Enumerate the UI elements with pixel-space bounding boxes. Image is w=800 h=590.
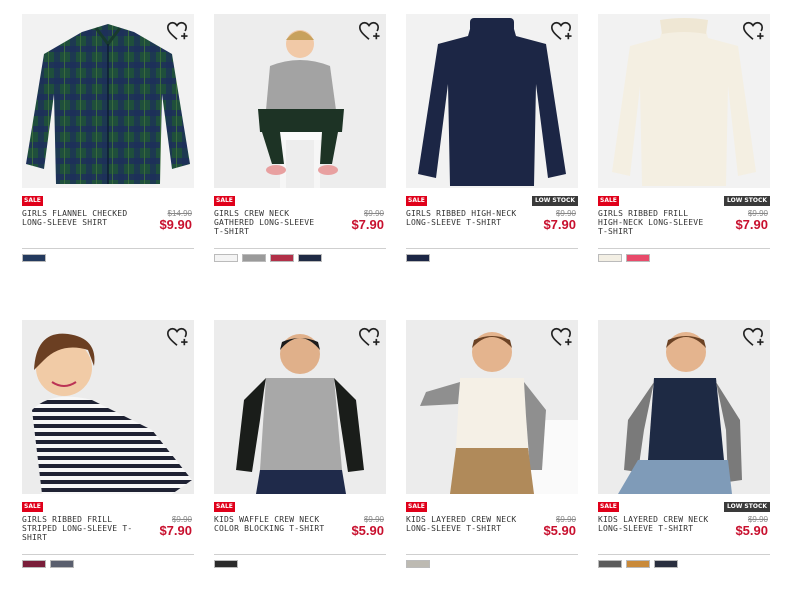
low-stock-badge: LOW STOCK: [724, 196, 770, 206]
product-name[interactable]: GIRLS CREW NECK GATHERED LONG-SLEEVE T-S…: [214, 209, 326, 236]
color-swatch[interactable]: [214, 560, 238, 568]
color-swatch[interactable]: [406, 254, 430, 262]
wishlist-heart-icon[interactable]: [358, 326, 380, 348]
color-swatches: [214, 254, 386, 262]
product-info: SALE LOW STOCK GIRLS RIBBED HIGH-NECK LO…: [406, 196, 578, 248]
color-swatches: [214, 560, 386, 568]
sale-price: $7.90: [543, 217, 576, 232]
color-swatch[interactable]: [50, 560, 74, 568]
product-info: SALE GIRLS CREW NECK GATHERED LONG-SLEEV…: [214, 196, 386, 248]
product-card-1[interactable]: SALE GIRLS FLANNEL CHECKED LONG-SLEEVE S…: [22, 14, 194, 304]
color-swatch[interactable]: [270, 254, 294, 262]
color-swatch[interactable]: [598, 254, 622, 262]
product-tags: SALE LOW STOCK: [406, 196, 578, 207]
sale-price: $9.90: [159, 217, 192, 232]
sale-price: $7.90: [159, 523, 192, 538]
product-tags: SALE LOW STOCK: [598, 196, 770, 207]
sale-badge: SALE: [406, 196, 427, 206]
product-card-7[interactable]: SALE KIDS LAYERED CREW NECK LONG-SLEEVE …: [406, 320, 578, 590]
product-info: SALE GIRLS RIBBED FRILL STRIPED LONG-SLE…: [22, 502, 194, 554]
sale-badge: SALE: [22, 196, 43, 206]
wishlist-heart-icon[interactable]: [742, 326, 764, 348]
wishlist-heart-icon[interactable]: [550, 20, 572, 42]
product-card-4[interactable]: SALE LOW STOCK GIRLS RIBBED FRILL HIGH-N…: [598, 14, 770, 304]
color-swatch[interactable]: [626, 560, 650, 568]
color-swatches: [22, 560, 194, 568]
low-stock-badge: LOW STOCK: [724, 502, 770, 512]
color-swatch[interactable]: [598, 560, 622, 568]
product-info: SALE LOW STOCK GIRLS RIBBED FRILL HIGH-N…: [598, 196, 770, 248]
wishlist-heart-icon[interactable]: [358, 20, 380, 42]
divider: [214, 554, 386, 555]
product-image[interactable]: [214, 14, 386, 188]
wishlist-heart-icon[interactable]: [166, 326, 188, 348]
divider: [22, 554, 194, 555]
divider: [406, 554, 578, 555]
divider: [598, 554, 770, 555]
color-swatch[interactable]: [242, 254, 266, 262]
product-image[interactable]: [22, 320, 194, 494]
divider: [22, 248, 194, 249]
product-tags: SALE: [214, 196, 386, 207]
color-swatch[interactable]: [406, 560, 430, 568]
color-swatches: [598, 254, 770, 262]
divider: [598, 248, 770, 249]
product-name[interactable]: GIRLS RIBBED FRILL STRIPED LONG-SLEEVE T…: [22, 515, 134, 542]
sale-price: $7.90: [735, 217, 768, 232]
sale-price: $5.90: [735, 523, 768, 538]
sale-badge: SALE: [214, 502, 235, 512]
product-tags: SALE: [22, 502, 194, 513]
product-image[interactable]: [214, 320, 386, 494]
color-swatches: [598, 560, 770, 568]
product-grid: SALE GIRLS FLANNEL CHECKED LONG-SLEEVE S…: [22, 14, 770, 590]
sale-badge: SALE: [598, 196, 619, 206]
divider: [214, 248, 386, 249]
color-swatch[interactable]: [654, 560, 678, 568]
sale-price: $5.90: [543, 523, 576, 538]
product-image[interactable]: [598, 14, 770, 188]
wishlist-heart-icon[interactable]: [166, 20, 188, 42]
sale-price: $5.90: [351, 523, 384, 538]
color-swatch[interactable]: [22, 254, 46, 262]
color-swatches: [22, 254, 194, 262]
product-info: SALE KIDS LAYERED CREW NECK LONG-SLEEVE …: [406, 502, 578, 554]
color-swatches: [406, 254, 578, 262]
sale-price: $7.90: [351, 217, 384, 232]
product-card-6[interactable]: SALE KIDS WAFFLE CREW NECK COLOR BLOCKIN…: [214, 320, 386, 590]
product-name[interactable]: KIDS WAFFLE CREW NECK COLOR BLOCKING T-S…: [214, 515, 326, 533]
product-tags: SALE: [214, 502, 386, 513]
product-info: SALE GIRLS FLANNEL CHECKED LONG-SLEEVE S…: [22, 196, 194, 248]
product-name[interactable]: KIDS LAYERED CREW NECK LONG-SLEEVE T-SHI…: [598, 515, 710, 533]
product-card-8[interactable]: SALE LOW STOCK KIDS LAYERED CREW NECK LO…: [598, 320, 770, 590]
color-swatch[interactable]: [298, 254, 322, 262]
product-info: SALE KIDS WAFFLE CREW NECK COLOR BLOCKIN…: [214, 502, 386, 554]
product-card-3[interactable]: SALE LOW STOCK GIRLS RIBBED HIGH-NECK LO…: [406, 14, 578, 304]
product-image[interactable]: [406, 14, 578, 188]
product-tags: SALE: [406, 502, 578, 513]
product-name[interactable]: KIDS LAYERED CREW NECK LONG-SLEEVE T-SHI…: [406, 515, 518, 533]
product-tags: SALE: [22, 196, 194, 207]
product-tags: SALE LOW STOCK: [598, 502, 770, 513]
sale-badge: SALE: [214, 196, 235, 206]
color-swatch[interactable]: [214, 254, 238, 262]
product-card-5[interactable]: SALE GIRLS RIBBED FRILL STRIPED LONG-SLE…: [22, 320, 194, 590]
color-swatches: [406, 560, 578, 568]
product-image[interactable]: [22, 14, 194, 188]
divider: [406, 248, 578, 249]
product-name[interactable]: GIRLS RIBBED FRILL HIGH-NECK LONG-SLEEVE…: [598, 209, 710, 236]
product-image[interactable]: [598, 320, 770, 494]
sale-badge: SALE: [406, 502, 427, 512]
wishlist-heart-icon[interactable]: [550, 326, 572, 348]
low-stock-badge: LOW STOCK: [532, 196, 578, 206]
product-card-2[interactable]: SALE GIRLS CREW NECK GATHERED LONG-SLEEV…: [214, 14, 386, 304]
product-info: SALE LOW STOCK KIDS LAYERED CREW NECK LO…: [598, 502, 770, 554]
product-image[interactable]: [406, 320, 578, 494]
product-name[interactable]: GIRLS FLANNEL CHECKED LONG-SLEEVE SHIRT: [22, 209, 134, 227]
wishlist-heart-icon[interactable]: [742, 20, 764, 42]
color-swatch[interactable]: [626, 254, 650, 262]
color-swatch[interactable]: [22, 560, 46, 568]
sale-badge: SALE: [598, 502, 619, 512]
sale-badge: SALE: [22, 502, 43, 512]
product-name[interactable]: GIRLS RIBBED HIGH-NECK LONG-SLEEVE T-SHI…: [406, 209, 518, 227]
